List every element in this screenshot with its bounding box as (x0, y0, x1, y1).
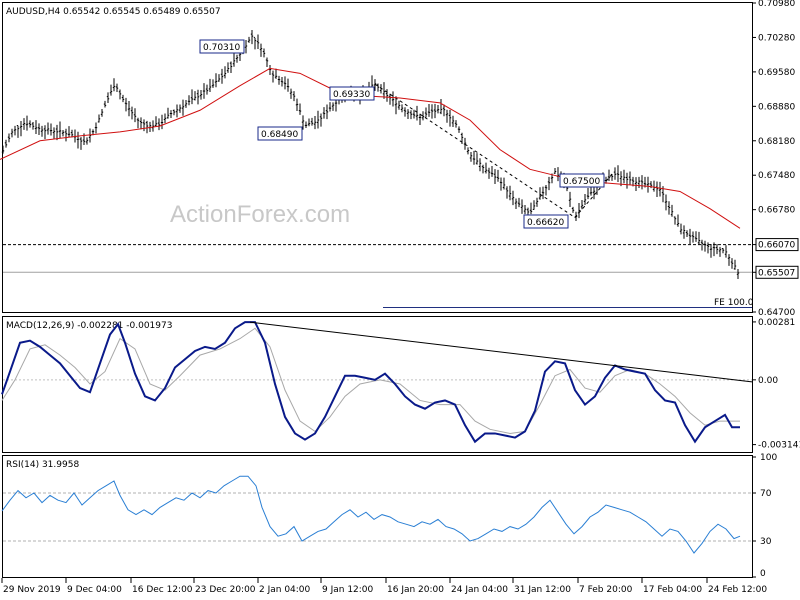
price-axis-label-1: 0.70280 (758, 33, 795, 43)
projection-line-1 (374, 83, 576, 218)
price-annotation-label-1: 0.68490 (261, 130, 298, 140)
price-axis-label-5: 0.67480 (758, 171, 795, 181)
macd-axis-label-2: -0.003141 (758, 441, 800, 451)
x-axis-label-1: 9 Dec 04:00 (67, 585, 122, 595)
price-series-group: 0.70310 0.68490 0.69330 0.66620 0.67500 (0, 30, 752, 279)
macd-axis-label-0: 0.00281 (758, 318, 795, 328)
chart: ActionForex.com AUDUSD,H4 0.65542 0.6554… (0, 0, 800, 595)
price-axis-label-6: 0.66780 (758, 206, 795, 216)
price-annotation-label-2: 0.69330 (333, 90, 370, 100)
price-axis-label-8: 0.65507 (758, 268, 795, 278)
price-annotation-label-4: 0.67500 (563, 177, 600, 187)
rsi-axis-label-0: 100 (760, 453, 777, 463)
x-axis-label-8: 31 Jan 12:00 (514, 585, 571, 595)
rsi-header: RSI(14) 31.9958 (6, 460, 79, 470)
fe-label: FE 100.0 (714, 298, 754, 308)
x-axis-label-6: 16 Jan 20:00 (387, 585, 444, 595)
watermark: ActionForex.com (170, 201, 350, 228)
x-axis-label-4: 2 Jan 04:00 (259, 585, 311, 595)
axes-group: 0.70980 0.70280 0.69580 0.68880 0.68180 0.674… (1, 0, 800, 595)
x-axis-label-3: 23 Dec 20:00 (195, 585, 256, 595)
macd-series-group (1, 321, 753, 444)
price-annotation-label-0: 0.70310 (203, 43, 240, 53)
x-axis-label-7: 24 Jan 04:00 (451, 585, 508, 595)
x-axis-label-9: 7 Feb 20:00 (579, 585, 633, 595)
price-panel (2, 2, 753, 313)
price-axis-label-9: 0.64700 (758, 308, 795, 318)
macd-axis-label-1: 0.00 (758, 376, 778, 386)
x-axis-label-11: 24 Feb 12:00 (708, 585, 767, 595)
price-axis-label-3: 0.68880 (758, 102, 795, 112)
x-axis-label-0: 29 Nov 2019 (3, 585, 61, 595)
rsi-series-group (1, 475, 752, 554)
x-axis-label-5: 9 Jan 12:00 (322, 585, 374, 595)
macd-trendline (249, 321, 753, 383)
rsi-axis-label-1: 70 (760, 489, 772, 499)
price-header: AUDUSD,H4 0.65542 0.65545 0.65489 0.6550… (6, 7, 221, 17)
x-axis-label-10: 17 Feb 04:00 (643, 585, 702, 595)
price-annotation-label-3: 0.66620 (527, 218, 564, 228)
price-axis-label-0: 0.70980 (758, 0, 795, 9)
rsi-axis-label-3: 0 (760, 569, 766, 579)
rsi-axis-label-2: 30 (760, 537, 772, 547)
price-axis-label-2: 0.69580 (758, 68, 795, 78)
macd-signal-line (1, 327, 740, 434)
price-axis-label-7: 0.66070 (758, 241, 795, 251)
price-axis-label-4: 0.68180 (758, 137, 795, 147)
macd-header: MACD(12,26,9) -0.002281 -0.001973 (6, 321, 172, 331)
x-axis-label-2: 16 Dec 12:00 (132, 585, 193, 595)
rsi-panel (2, 455, 753, 578)
